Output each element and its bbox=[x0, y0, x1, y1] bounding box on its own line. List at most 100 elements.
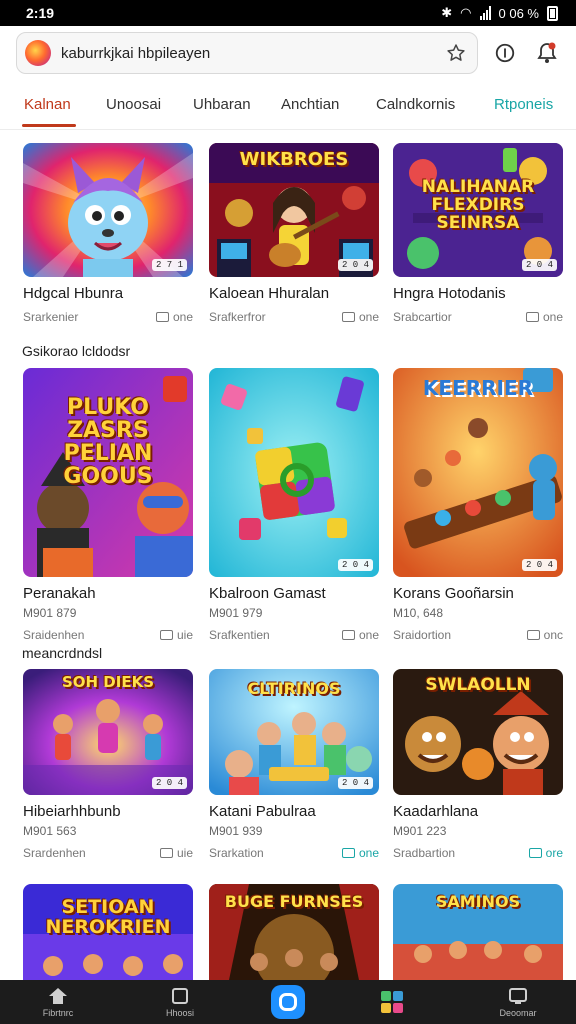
device-icon bbox=[159, 630, 173, 640]
game-card[interactable]: BUGE FURNSES bbox=[209, 884, 379, 980]
square-icon bbox=[172, 988, 188, 1004]
status-icons: ✱ ◠ 0 06 % bbox=[441, 5, 558, 21]
game-thumbnail[interactable]: SOH DIEKS 2 0 4 bbox=[23, 669, 193, 795]
bookmark-star-icon[interactable] bbox=[443, 40, 469, 66]
game-thumbnail[interactable]: SWLAOLLN bbox=[393, 669, 563, 795]
game-card[interactable]: 2 0 4 Kbalroon Gamast M901 979 Srafkenti… bbox=[209, 368, 379, 642]
status-bar: 2:19 ✱ ◠ 0 06 % bbox=[0, 0, 576, 26]
device-icon bbox=[528, 848, 542, 858]
nav-center-app[interactable] bbox=[271, 980, 305, 1024]
game-card[interactable]: KEERRIER 2 0 4 Korans Gooñarsin M10, 648… bbox=[393, 368, 563, 642]
device-icon bbox=[341, 848, 355, 858]
device-icon bbox=[155, 312, 169, 322]
game-category: Sradbartion bbox=[393, 846, 456, 860]
game-title[interactable]: Korans Gooñarsin bbox=[393, 585, 563, 602]
notification-button[interactable] bbox=[532, 38, 562, 68]
game-thumbnail[interactable]: PLUKO ZASRS PELIAN GOOUS bbox=[23, 368, 193, 577]
nav-profile[interactable]: Deoomar bbox=[496, 980, 540, 1024]
download-button[interactable]: one bbox=[341, 310, 379, 324]
game-meta: Srarkation one bbox=[209, 846, 379, 860]
game-title[interactable]: Hdgcal Hbunra bbox=[23, 285, 193, 302]
game-thumbnail[interactable]: 2 7 1 bbox=[23, 143, 193, 277]
game-thumbnail[interactable]: SETIOAN NEROKRIEN bbox=[23, 884, 193, 980]
wifi-icon: ◠ bbox=[460, 5, 472, 20]
download-label: ore bbox=[545, 846, 563, 860]
game-title[interactable]: Kaloean Hhuralan bbox=[209, 285, 379, 302]
game-card[interactable]: SWLAOLLN Kaadarhlana M901 223 Sradbartio… bbox=[393, 669, 563, 860]
download-button[interactable]: uie bbox=[159, 628, 193, 642]
game-subtitle: M10, 648 bbox=[393, 606, 444, 620]
tab-2[interactable]: Unoosai bbox=[106, 96, 161, 113]
game-category: Srarkation bbox=[209, 846, 264, 860]
game-thumbnail[interactable]: BUGE FURNSES bbox=[209, 884, 379, 980]
game-card[interactable]: CLTIRINOS 2 0 4 Katani Pabulraa M901 939… bbox=[209, 669, 379, 860]
game-title[interactable]: Katani Pabulraa bbox=[209, 803, 379, 820]
game-card[interactable]: SAMINOS bbox=[393, 884, 563, 980]
game-thumbnail[interactable]: WIKBROES 2 0 4 bbox=[209, 143, 379, 277]
game-title[interactable]: Kaadarhlana bbox=[393, 803, 563, 820]
download-label: uie bbox=[176, 628, 193, 642]
game-title[interactable]: Kbalroon Gamast bbox=[209, 585, 379, 602]
tab-5[interactable]: Calndkornis bbox=[376, 96, 455, 113]
game-thumbnail-title: CLTIRINOS bbox=[247, 679, 341, 698]
category-tabs: Kalnan Unoosai Uhbaran Anchtian Calndkor… bbox=[0, 84, 576, 130]
download-button[interactable]: onc bbox=[526, 628, 563, 642]
game-meta: Srafkerfror one bbox=[209, 310, 379, 324]
profile-icon bbox=[509, 988, 527, 1004]
download-button[interactable]: uie bbox=[159, 846, 193, 860]
tabs-count-icon bbox=[495, 43, 515, 63]
game-category: Srabcartior bbox=[393, 310, 452, 324]
game-card[interactable]: WIKBROES 2 0 4 Kaloean Hhuralan Srafkerf… bbox=[209, 143, 379, 324]
game-card[interactable]: SOH DIEKS 2 0 4 Hibeiarhhbunb M901 563 S… bbox=[23, 669, 193, 860]
game-thumbnail-title: SWLAOLLN bbox=[425, 675, 531, 695]
tabs-switcher-button[interactable] bbox=[490, 38, 520, 68]
download-label: one bbox=[358, 846, 379, 860]
tab-1[interactable]: Kalnan bbox=[24, 96, 71, 113]
game-card[interactable]: SETIOAN NEROKRIEN bbox=[23, 884, 193, 980]
download-button[interactable]: one bbox=[341, 628, 379, 642]
game-subtitle: M901 979 bbox=[209, 606, 263, 620]
signal-icon bbox=[479, 6, 491, 20]
game-card[interactable]: PLUKO ZASRS PELIAN GOOUS Peranakah M901 … bbox=[23, 368, 193, 642]
game-card[interactable]: NALIHANAR FLEXDIRS SEINRSA 2 0 4 Hngra H… bbox=[393, 143, 563, 324]
status-time: 2:19 bbox=[26, 5, 55, 21]
game-thumbnail-title: SAMINOS bbox=[435, 892, 521, 911]
game-card[interactable]: 2 7 1 Hdgcal Hbunra Srarkenier one bbox=[23, 143, 193, 324]
game-meta: Srabcartior one bbox=[393, 310, 563, 324]
game-badge: 2 0 4 bbox=[521, 559, 557, 571]
game-thumbnail[interactable]: CLTIRINOS 2 0 4 bbox=[209, 669, 379, 795]
tab-6[interactable]: Rtponeis bbox=[494, 96, 553, 113]
game-thumbnail-title: PLUKO ZASRS PELIAN GOOUS bbox=[63, 395, 153, 490]
game-meta: Srardenhen uie bbox=[23, 846, 193, 860]
nav-home[interactable]: Fibrtnrc bbox=[36, 980, 80, 1024]
download-button[interactable]: one bbox=[341, 846, 379, 860]
game-thumbnail[interactable]: NALIHANAR FLEXDIRS SEINRSA 2 0 4 bbox=[393, 143, 563, 277]
game-thumbnail[interactable]: 2 0 4 bbox=[209, 368, 379, 577]
nav-games[interactable] bbox=[377, 980, 407, 1024]
game-category: Srarkenier bbox=[23, 310, 79, 324]
device-icon bbox=[526, 630, 540, 640]
game-thumbnail-title: BUGE FURNSES bbox=[224, 892, 364, 911]
tab-4[interactable]: Anchtian bbox=[281, 96, 339, 113]
nav-label: Deoomar bbox=[499, 1008, 537, 1018]
url-text[interactable]: kaburrkjkai hbpileayen bbox=[61, 45, 443, 62]
address-bar[interactable]: kaburrkjkai hbpileayen bbox=[16, 32, 478, 74]
game-subtitle: M901 879 bbox=[23, 606, 77, 620]
game-meta: Srarkenier one bbox=[23, 310, 193, 324]
game-title[interactable]: Peranakah bbox=[23, 585, 193, 602]
game-thumbnail[interactable]: KEERRIER 2 0 4 bbox=[393, 368, 563, 577]
device-icon bbox=[159, 848, 173, 858]
game-title[interactable]: Hibeiarhhbunb bbox=[23, 803, 193, 820]
game-thumbnail[interactable]: SAMINOS bbox=[393, 884, 563, 980]
nav-recent[interactable]: Hhoosi bbox=[158, 980, 202, 1024]
game-title[interactable]: Hngra Hotodanis bbox=[393, 285, 563, 302]
game-meta: Srafkentien one bbox=[209, 628, 379, 642]
download-button[interactable]: one bbox=[155, 310, 193, 324]
download-button[interactable]: one bbox=[525, 310, 563, 324]
section-heading: meancrdndsl bbox=[22, 645, 103, 661]
game-badge: 2 0 4 bbox=[337, 777, 373, 789]
download-button[interactable]: ore bbox=[528, 846, 563, 860]
tab-3[interactable]: Uhbaran bbox=[193, 96, 251, 113]
game-subtitle: M901 563 bbox=[23, 824, 77, 838]
game-meta: Sraidortion onc bbox=[393, 628, 563, 642]
